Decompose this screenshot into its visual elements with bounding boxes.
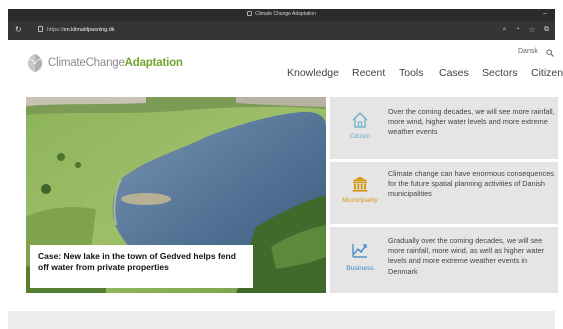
toolbar-actions: ⌕ ◔ ☆ ⧉ <box>503 26 549 34</box>
url-scheme: https:// <box>47 27 64 33</box>
address-bar[interactable]: https://en.klimatilpasning.dk <box>38 25 508 36</box>
favicon-icon <box>247 11 253 16</box>
business-label: Business <box>346 265 374 272</box>
main-nav: Knowledge Recent Tools Cases Sectors Cit… <box>0 67 563 81</box>
citizen-text: Over the coming decades, we will see mor… <box>388 107 555 137</box>
screen: Climate Change Adaptation – ↻ https://en… <box>0 0 563 329</box>
citizen-icon-box: Citizen <box>330 97 390 159</box>
window-title: Climate Change Adaptation <box>8 11 555 17</box>
municipality-text: Climate change can have enormous consequ… <box>388 169 554 199</box>
nav-cases[interactable]: Cases <box>439 67 469 79</box>
nav-sectors[interactable]: Sectors <box>482 67 518 79</box>
site-search-icon[interactable] <box>546 49 554 57</box>
nav-tools[interactable]: Tools <box>399 67 424 79</box>
town-hall-icon <box>352 176 368 192</box>
reload-icon[interactable]: ↻ <box>15 25 22 35</box>
favorite-icon[interactable]: ☆ <box>529 26 535 34</box>
footer-band <box>8 311 555 329</box>
hero-case[interactable]: Case: New lake in the town of Gedved hel… <box>26 97 326 293</box>
zoom-icon[interactable]: ◔ <box>515 26 519 34</box>
collections-icon[interactable]: ⧉ <box>544 26 549 34</box>
nav-recent[interactable]: Recent <box>352 67 385 79</box>
municipality-label: Municipality <box>342 197 378 204</box>
browser-titlebar: Climate Change Adaptation – <box>8 9 555 21</box>
hero-caption-text: Case: New lake in the town of Gedved hel… <box>38 251 236 272</box>
minimize-button[interactable]: – <box>543 10 547 17</box>
window-title-text: Climate Change Adaptation <box>255 11 316 17</box>
target-citizen[interactable]: Citizen Over the coming decades, we will… <box>330 97 558 159</box>
target-municipality[interactable]: Municipality Climate change can have eno… <box>330 162 558 224</box>
business-icon-box: Business <box>330 227 390 293</box>
nav-knowledge[interactable]: Knowledge <box>287 67 339 79</box>
language-switch[interactable]: Dansk <box>518 48 538 55</box>
business-text: Gradually over the coming decades, we wi… <box>388 236 545 276</box>
target-business[interactable]: Business Gradually over the coming decad… <box>330 227 558 293</box>
business-chart-icon <box>352 244 367 258</box>
hero-caption[interactable]: Case: New lake in the town of Gedved hel… <box>30 245 253 288</box>
nav-citizen[interactable]: Citizen <box>531 67 563 79</box>
lock-icon <box>38 26 43 32</box>
municipality-icon-box: Municipality <box>330 162 390 224</box>
search-icon[interactable]: ⌕ <box>503 26 507 34</box>
url-host: en.klimatilpasning.dk <box>63 27 115 33</box>
citizen-label: Citizen <box>349 133 371 140</box>
house-icon <box>352 112 368 128</box>
browser-toolbar: ↻ https://en.klimatilpasning.dk ⌕ ◔ ☆ ⧉ <box>8 21 555 40</box>
